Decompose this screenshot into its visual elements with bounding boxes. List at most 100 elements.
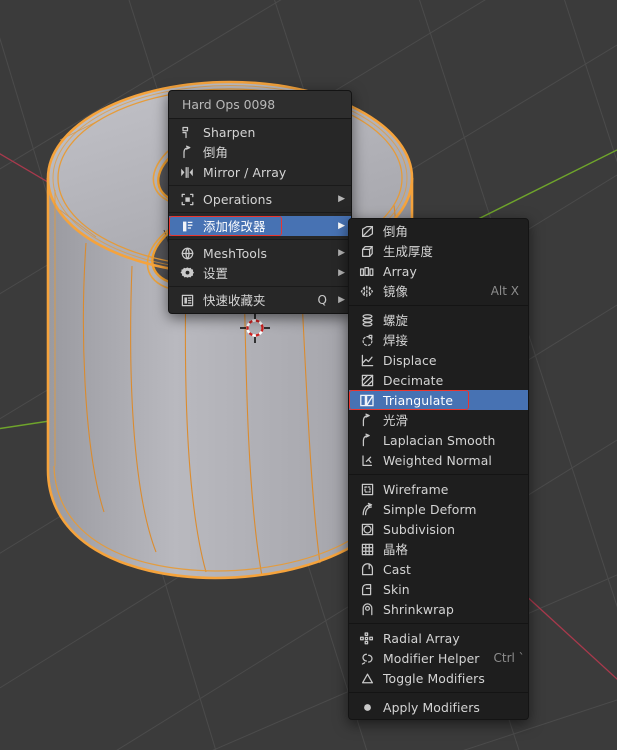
submenu-arrow-icon: ▶ <box>338 193 345 204</box>
menu-item-label: Array <box>383 263 417 279</box>
menu-item-label: 螺旋 <box>383 313 408 328</box>
submenu-arrow-icon: ▶ <box>338 294 345 305</box>
lattice-icon <box>357 541 377 557</box>
menu-item-solidify[interactable]: 生成厚度 <box>349 241 528 261</box>
hardops-menu[interactable]: Hard Ops 0098 Sharpen 倒角 Mirror / Array … <box>168 90 352 314</box>
submenu-arrow-icon: ▶ <box>338 247 345 258</box>
meshtools-icon <box>177 245 197 261</box>
menu-separator <box>349 692 528 693</box>
menu-item-label: Cast <box>383 561 411 577</box>
triangulate-icon <box>357 392 377 408</box>
menu-item-label: 快速收藏夹 <box>203 293 266 308</box>
menu-item-label: 生成厚度 <box>383 244 433 259</box>
menu-item-label: Displace <box>383 352 437 368</box>
operations-icon <box>177 191 197 207</box>
menu-item-settings[interactable]: 设置 ▶ <box>169 263 351 283</box>
menu-item-displace[interactable]: Displace <box>349 350 528 370</box>
menu-item-add-modifier[interactable]: 添加修改器 ▶ <box>169 216 351 236</box>
hardops-menu-title: Hard Ops 0098 <box>169 91 351 119</box>
settings-gear-icon <box>177 265 197 281</box>
menu-item-bevel-mod[interactable]: 倒角 <box>349 221 528 241</box>
solidify-icon <box>357 243 377 259</box>
menu-item-wireframe[interactable]: Wireframe <box>349 479 528 499</box>
mirror-array-icon <box>177 164 197 180</box>
menu-item-sharpen[interactable]: Sharpen <box>169 122 351 142</box>
menu-item-label: 光滑 <box>383 413 408 428</box>
menu-item-apply-modifiers[interactable]: Apply Modifiers <box>349 697 528 717</box>
laplacian-smooth-icon <box>357 432 377 448</box>
menu-separator <box>169 286 351 287</box>
menu-item-operations[interactable]: Operations ▶ <box>169 189 351 209</box>
menu-separator <box>169 212 351 213</box>
menu-separator <box>349 623 528 624</box>
bevel-icon <box>177 144 197 160</box>
menu-item-quick-favorites[interactable]: 快速收藏夹 Q ▶ <box>169 290 351 310</box>
menu-item-modifier-helper[interactable]: Modifier Helper Ctrl ` <box>349 648 528 668</box>
modifier-helper-icon <box>357 650 377 666</box>
apply-modifiers-icon <box>357 699 377 715</box>
menu-item-label: Wireframe <box>383 481 449 497</box>
menu-item-weld[interactable]: 焊接 <box>349 330 528 350</box>
menu-separator <box>349 305 528 306</box>
menu-item-label: Weighted Normal <box>383 452 492 468</box>
add-modifier-submenu[interactable]: 倒角 生成厚度 Array 镜像 Alt X 螺旋 焊接 Displace De… <box>348 218 529 720</box>
menu-item-label: Radial Array <box>383 630 460 646</box>
menu-item-label: 焊接 <box>383 333 408 348</box>
bevel-mod-icon <box>357 223 377 239</box>
menu-item-label: Apply Modifiers <box>383 699 480 715</box>
menu-item-smooth[interactable]: 光滑 <box>349 410 528 430</box>
screw-icon <box>357 312 377 328</box>
cast-icon <box>357 561 377 577</box>
menu-item-meshtools[interactable]: MeshTools ▶ <box>169 243 351 263</box>
wireframe-icon <box>357 481 377 497</box>
skin-icon <box>357 581 377 597</box>
menu-item-mirror-array[interactable]: Mirror / Array <box>169 162 351 182</box>
smooth-icon <box>357 412 377 428</box>
menu-item-radial-array[interactable]: Radial Array <box>349 628 528 648</box>
menu-item-label: 镜像 <box>383 284 408 299</box>
menu-item-laplacian-smooth[interactable]: Laplacian Smooth <box>349 430 528 450</box>
menu-item-subdivision[interactable]: Subdivision <box>349 519 528 539</box>
menu-item-shortcut: Alt X <box>490 284 519 298</box>
decimate-icon <box>357 372 377 388</box>
menu-item-label: Decimate <box>383 372 444 388</box>
menu-item-label: Triangulate <box>383 392 454 408</box>
menu-item-decimate[interactable]: Decimate <box>349 370 528 390</box>
menu-item-label: 倒角 <box>203 145 228 160</box>
menu-item-cast[interactable]: Cast <box>349 559 528 579</box>
menu-separator <box>169 239 351 240</box>
menu-item-label: Operations <box>203 191 273 207</box>
toggle-modifiers-icon <box>357 670 377 686</box>
menu-item-shrinkwrap[interactable]: Shrinkwrap <box>349 599 528 619</box>
menu-item-simple-deform[interactable]: Simple Deform <box>349 499 528 519</box>
menu-item-skin[interactable]: Skin <box>349 579 528 599</box>
menu-separator <box>349 474 528 475</box>
menu-item-label: Skin <box>383 581 410 597</box>
menu-item-label: 设置 <box>203 266 228 281</box>
sharpen-icon <box>177 124 197 140</box>
menu-item-label: Mirror / Array <box>203 164 287 180</box>
weighted-normal-icon <box>357 452 377 468</box>
add-modifier-icon <box>177 218 197 234</box>
menu-item-mirror-mod[interactable]: 镜像 Alt X <box>349 281 528 301</box>
menu-item-lattice[interactable]: 晶格 <box>349 539 528 559</box>
menu-item-shortcut: Ctrl ` <box>493 651 525 665</box>
menu-item-toggle-modifiers[interactable]: Toggle Modifiers <box>349 668 528 688</box>
menu-item-array[interactable]: Array <box>349 261 528 281</box>
menu-item-label: Shrinkwrap <box>383 601 454 617</box>
shrinkwrap-icon <box>357 601 377 617</box>
menu-separator <box>169 185 351 186</box>
menu-item-label: Simple Deform <box>383 501 477 517</box>
weld-icon <box>357 332 377 348</box>
menu-item-bevel[interactable]: 倒角 <box>169 142 351 162</box>
menu-item-label: Laplacian Smooth <box>383 432 496 448</box>
menu-item-label: 晶格 <box>383 542 408 557</box>
menu-item-weighted-normal[interactable]: Weighted Normal <box>349 450 528 470</box>
submenu-arrow-icon: ▶ <box>338 267 345 278</box>
quick-favorites-icon <box>177 292 197 308</box>
menu-item-label: Toggle Modifiers <box>383 670 485 686</box>
shortcut-key: Q <box>317 293 327 307</box>
menu-item-triangulate[interactable]: Triangulate <box>349 390 528 410</box>
menu-item-screw[interactable]: 螺旋 <box>349 310 528 330</box>
mirror-mod-icon <box>357 283 377 299</box>
